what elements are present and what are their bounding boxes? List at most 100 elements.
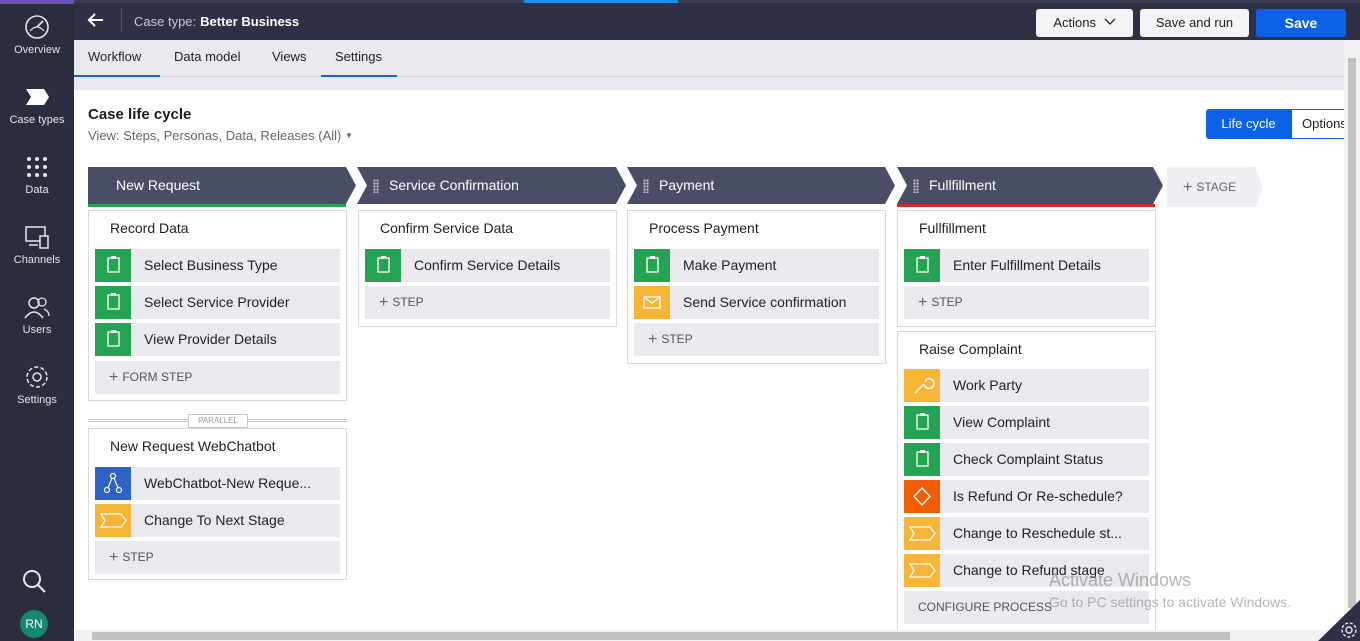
process-record-data[interactable]: Record Data Select Business Type Select … [88, 210, 347, 401]
nav-item-overview[interactable]: Overview [0, 14, 74, 74]
step-is-refund-or-reschedule[interactable]: Is Refund Or Re-schedule? [904, 480, 1149, 513]
back-arrow-icon[interactable] [86, 10, 106, 30]
drag-handle-icon[interactable] [643, 179, 649, 193]
stage-payment[interactable]: Payment [627, 167, 895, 207]
options-toggle[interactable]: Options [1291, 109, 1351, 139]
activation-watermark-title: Activate Windows [1049, 570, 1192, 590]
search-icon[interactable] [21, 568, 47, 594]
nav-item-settings[interactable]: Settings [0, 364, 74, 424]
add-step-button[interactable]: + STEP [365, 286, 610, 319]
add-stage-label: STAGE [1196, 180, 1237, 194]
drag-handle-icon[interactable] [913, 179, 919, 193]
process-name: Raise Complaint [919, 341, 1022, 357]
step-change-to-reschedule-stage[interactable]: Change to Reschedule st... [904, 517, 1149, 550]
step-label: Change to Reschedule st... [953, 525, 1122, 541]
add-step-button[interactable]: + STEP [95, 541, 340, 574]
stage-status-bar [897, 204, 1155, 207]
plus-icon: + [109, 549, 119, 566]
tab-bar: Workflow Data model Views Settings [74, 40, 1344, 77]
stage-new-request[interactable]: New Request [88, 167, 356, 207]
vertical-scrollbar[interactable] [1344, 40, 1360, 631]
nav-label: Data [25, 184, 49, 196]
actions-label: Actions [1053, 15, 1096, 30]
step-label: Select Business Type [144, 257, 278, 273]
process-name: Confirm Service Data [380, 220, 514, 236]
scrollbar-thumb[interactable] [1348, 58, 1356, 608]
actions-button[interactable]: Actions [1036, 9, 1133, 37]
add-step-button[interactable]: + STEP [634, 323, 879, 356]
nav-item-users[interactable]: Users [0, 294, 74, 354]
view-filter[interactable]: View: Steps, Personas, Data, Releases (A… [88, 128, 353, 143]
caret-down-icon: ▼ [345, 131, 353, 140]
view-toggle: Life cycle Options [1206, 109, 1351, 139]
process-name: Record Data [110, 220, 189, 236]
step-label: View Complaint [953, 414, 1051, 430]
add-form-step-button[interactable]: + FORM STEP [95, 361, 340, 394]
nav-label: Users [22, 324, 52, 336]
add-step-label: STEP [122, 550, 154, 564]
save-and-run-button[interactable]: Save and run [1140, 9, 1249, 37]
nav-item-case-types[interactable]: Case types [0, 84, 74, 144]
wrench-icon [904, 369, 940, 402]
step-check-complaint-status[interactable]: Check Complaint Status [904, 443, 1149, 476]
nav-label: Settings [17, 394, 57, 406]
life-cycle-toggle[interactable]: Life cycle [1206, 109, 1291, 139]
plus-icon: + [648, 331, 658, 348]
step-view-complaint[interactable]: View Complaint [904, 406, 1149, 439]
step-enter-fulfillment-details[interactable]: Enter Fulfillment Details [904, 249, 1149, 282]
step-make-payment[interactable]: Make Payment [634, 249, 879, 282]
add-stage-button[interactable]: + STAGE [1167, 167, 1263, 207]
clipboard-icon [904, 443, 940, 476]
activation-watermark-text: Go to PC settings to activate Windows. [1049, 594, 1291, 610]
view-filter-label: View: Steps, Personas, Data, Releases (A… [88, 128, 342, 143]
decision-diamond-icon [904, 480, 940, 513]
email-icon [634, 286, 670, 319]
step-label: View Provider Details [144, 331, 277, 347]
step-webchatbot-new-request[interactable]: WebChatbot-New Reque... [95, 467, 340, 500]
step-select-service-provider[interactable]: Select Service Provider [95, 286, 340, 319]
step-label: Change To Next Stage [144, 512, 285, 528]
step-label: Is Refund Or Re-schedule? [953, 488, 1123, 504]
process-fullfillment[interactable]: Fullfillment Enter Fulfillment Details +… [897, 210, 1156, 327]
step-view-provider-details[interactable]: View Provider Details [95, 323, 340, 356]
nav-item-data[interactable]: Data [0, 154, 74, 214]
stage-status-bar [88, 204, 346, 207]
process-confirm-service-data[interactable]: Confirm Service Data Confirm Service Det… [358, 210, 617, 327]
add-step-label: STEP [661, 332, 693, 346]
tab-workflow[interactable]: Workflow [74, 49, 160, 77]
plus-icon: + [1183, 179, 1193, 196]
stage-service-confirmation[interactable]: Service Confirmation [357, 167, 626, 207]
drag-handle-icon[interactable] [373, 179, 379, 193]
step-work-party[interactable]: Work Party [904, 369, 1149, 402]
avatar[interactable]: RN [20, 610, 48, 638]
process-name: New Request WebChatbot [110, 438, 276, 454]
step-change-to-next-stage[interactable]: Change To Next Stage [95, 504, 340, 537]
step-confirm-service-details[interactable]: Confirm Service Details [365, 249, 610, 282]
nav-accent-bar [0, 0, 74, 4]
step-select-business-type[interactable]: Select Business Type [95, 249, 340, 282]
devices-icon [25, 226, 49, 249]
change-stage-icon [904, 554, 940, 587]
process-new-request-webchatbot[interactable]: New Request WebChatbot WebChatbot-New Re… [88, 428, 347, 580]
nav-item-channels[interactable]: Channels [0, 224, 74, 284]
process-process-payment[interactable]: Process Payment Make Payment Send Servic… [627, 210, 886, 364]
parallel-tag: PARALLEL [188, 414, 248, 428]
stage-fullfillment[interactable]: Fullfillment [897, 167, 1163, 207]
case-type-title: Case type: Better Business [134, 14, 299, 29]
tab-views[interactable]: Views [272, 49, 306, 77]
step-label: Send Service confirmation [683, 294, 847, 310]
clipboard-icon [634, 249, 670, 282]
step-send-service-confirmation[interactable]: Send Service confirmation [634, 286, 879, 319]
loading-indicator [524, 0, 678, 3]
add-step-label: STEP [931, 295, 963, 309]
change-stage-icon [95, 504, 131, 537]
horizontal-scrollbar[interactable] [74, 630, 1344, 641]
scrollbar-thumb[interactable] [92, 632, 1230, 640]
tab-settings[interactable]: Settings [321, 49, 397, 77]
case-type-chevron-icon [26, 89, 49, 105]
step-label: Make Payment [683, 257, 777, 273]
tab-data-model[interactable]: Data model [174, 49, 240, 77]
change-stage-icon [904, 517, 940, 550]
save-button[interactable]: Save [1256, 9, 1346, 37]
add-step-button[interactable]: + STEP [904, 286, 1149, 319]
